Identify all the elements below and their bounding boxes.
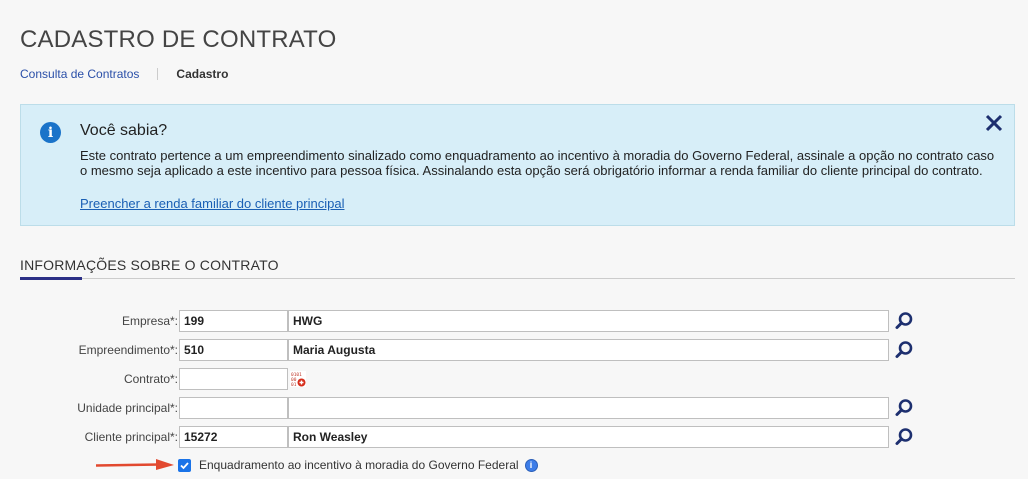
info-text: Este contrato pertence a um empreendimen… — [80, 148, 995, 178]
info-title: Você sabia? — [80, 122, 168, 139]
empresa-lookup-button[interactable] — [894, 311, 914, 331]
empreendimento-code-input[interactable]: 510 — [179, 339, 288, 361]
magnifier-icon — [895, 428, 913, 445]
empresa-label: Empresa*: — [121, 314, 178, 328]
empreendimento-lookup-button[interactable] — [894, 340, 914, 360]
checkmark-icon — [180, 461, 189, 469]
breadcrumb: Consulta de Contratos Cadastro — [20, 67, 228, 81]
row-empreendimento: Empreendimento*: — [0, 339, 178, 361]
magnifier-icon — [895, 312, 913, 329]
breadcrumb-current: Cadastro — [176, 67, 229, 81]
unidade-name-input[interactable] — [288, 397, 889, 419]
empreendimento-label: Empreendimento*: — [78, 343, 178, 357]
unidade-lookup-button[interactable] — [894, 398, 914, 418]
cliente-lookup-button[interactable] — [894, 427, 914, 447]
generate-contract-number-button[interactable]: 0101 00 01 — [290, 371, 306, 388]
svg-text:01: 01 — [291, 382, 297, 387]
page-title: CADASTRO DE CONTRATO — [20, 26, 337, 53]
annotation-arrow-icon — [96, 459, 174, 470]
unidade-code-input[interactable] — [179, 397, 288, 419]
cliente-name-input[interactable]: Ron Weasley — [288, 426, 889, 448]
empreendimento-name-input[interactable]: Maria Augusta — [288, 339, 889, 361]
governo-federal-checkbox[interactable] — [178, 458, 191, 472]
section-title: INFORMAÇÕES SOBRE O CONTRATO — [20, 257, 279, 273]
cliente-code-input[interactable]: 15272 — [179, 426, 288, 448]
magnifier-icon — [895, 341, 913, 358]
governo-federal-checkbox-label: Enquadramento ao incentivo à moradia do … — [199, 458, 519, 472]
info-circle-icon: i — [40, 122, 61, 143]
generate-number-icon: 0101 00 01 — [290, 371, 306, 388]
empresa-name-input[interactable]: HWG — [288, 310, 889, 332]
help-info-icon[interactable]: i — [524, 458, 538, 472]
row-contrato: Contrato*: — [0, 368, 178, 390]
empresa-code-input[interactable]: 199 — [179, 310, 288, 332]
row-unidade: Unidade principal*: — [0, 397, 178, 419]
breadcrumb-link-consulta[interactable]: Consulta de Contratos — [20, 67, 139, 81]
breadcrumb-separator — [157, 68, 159, 80]
row-empresa: Empresa*: — [0, 310, 178, 332]
governo-federal-checkbox-row[interactable]: Enquadramento ao incentivo à moradia do … — [178, 457, 538, 473]
contrato-input[interactable] — [179, 368, 288, 390]
magnifier-icon — [895, 399, 913, 416]
close-icon — [985, 114, 1003, 132]
fill-family-income-link[interactable]: Preencher a renda familiar do cliente pr… — [80, 196, 344, 211]
row-cliente: Cliente principal*: — [0, 426, 178, 448]
unidade-label: Unidade principal*: — [77, 401, 178, 415]
cliente-label: Cliente principal*: — [84, 430, 178, 444]
section-divider — [20, 278, 1015, 279]
section-accent-bar — [20, 277, 82, 280]
contrato-label: Contrato*: — [123, 372, 178, 386]
info-alert: i Você sabia? Este contrato pertence a u… — [20, 104, 1015, 226]
close-alert-button[interactable] — [984, 113, 1004, 135]
